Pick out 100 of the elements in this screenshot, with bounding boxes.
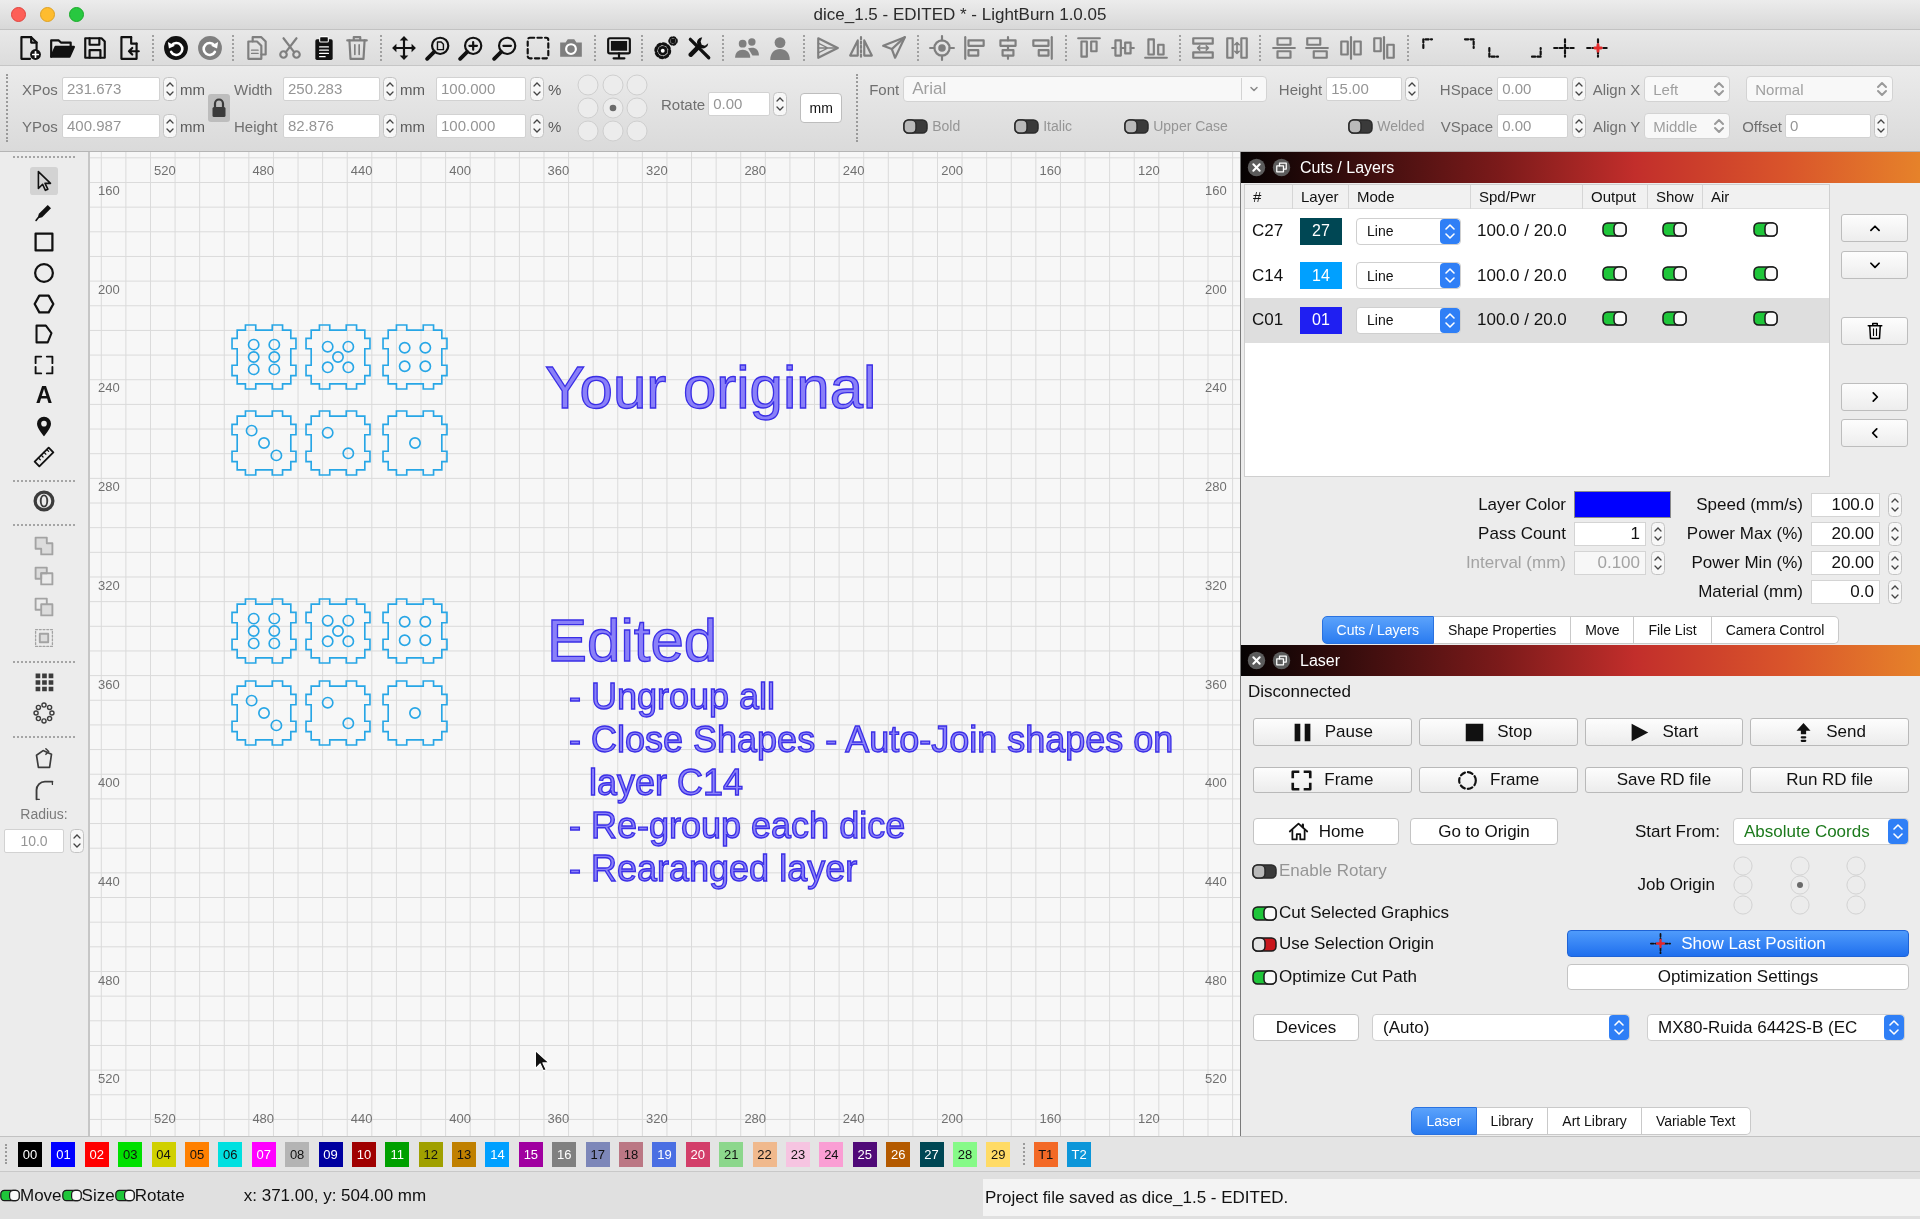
frame-button[interactable]: Frame: [1253, 767, 1412, 793]
toggle-switch[interactable]: [1602, 266, 1627, 282]
circle-frame-button[interactable]: Frame: [1418, 767, 1578, 793]
anchor-radio[interactable]: [601, 120, 624, 142]
layer-swatch[interactable]: 25: [852, 1141, 877, 1167]
panel-tab[interactable]: Library: [1476, 1107, 1549, 1135]
delete-layer-button[interactable]: [1841, 317, 1908, 345]
close-icon[interactable]: [1247, 651, 1266, 670]
stop-button[interactable]: Stop: [1418, 718, 1578, 746]
toggle-switch[interactable]: [1252, 969, 1277, 985]
stepper-icon[interactable]: [383, 77, 397, 101]
layer-swatch[interactable]: 16: [552, 1141, 577, 1167]
toggle-switch[interactable]: [1662, 221, 1687, 237]
mode-dropdown[interactable]: Line: [1356, 217, 1461, 245]
layer-row[interactable]: C01 01 Line 100.0 / 20.0: [1245, 298, 1829, 343]
stepper-icon[interactable]: [1888, 492, 1902, 517]
panel-tab[interactable]: File List: [1634, 616, 1712, 644]
layer-row[interactable]: C14 14 Line 100.0 / 20.0: [1245, 253, 1829, 298]
layer-swatch[interactable]: 05: [184, 1141, 209, 1167]
show-last-position-button[interactable]: Show Last Position: [1567, 930, 1909, 957]
panel-tab[interactable]: Variable Text: [1641, 1107, 1751, 1135]
panel-tab[interactable]: Move: [1571, 616, 1635, 644]
anchor-radio[interactable]: [577, 97, 599, 119]
padlock-icon[interactable]: [208, 94, 230, 122]
pass-count-field[interactable]: 1: [1574, 521, 1646, 546]
anchor-radio[interactable]: [601, 97, 624, 119]
layer-row[interactable]: C27 27 Line 100.0 / 20.0: [1245, 209, 1829, 254]
monitor-icon[interactable]: [605, 34, 632, 61]
toggle-switch[interactable]: [0, 1189, 20, 1202]
toggle-switch[interactable]: [1753, 266, 1778, 282]
speed-field[interactable]: 100.0: [1811, 492, 1880, 517]
toggle-switch[interactable]: [1753, 221, 1778, 237]
toggle-switch[interactable]: [1602, 221, 1627, 237]
stepper-icon[interactable]: [70, 829, 84, 854]
toggle-switch[interactable]: [1662, 266, 1687, 282]
tool-layer-swatch[interactable]: T1: [1033, 1141, 1058, 1167]
layer-swatch[interactable]: 21: [719, 1141, 744, 1167]
anchor-radio[interactable]: [626, 120, 648, 142]
layer-swatch[interactable]: 03: [118, 1141, 143, 1167]
toggle-switch[interactable]: [61, 1189, 82, 1202]
layer-swatch[interactable]: 20: [685, 1141, 710, 1167]
stepper-icon[interactable]: [1873, 114, 1888, 138]
stepper-icon[interactable]: [1888, 579, 1902, 604]
layer-swatch[interactable]: 28: [952, 1141, 977, 1167]
layer-swatch[interactable]: 13: [452, 1141, 477, 1167]
start-from-dropdown[interactable]: Absolute Coords: [1733, 818, 1909, 845]
mode-dropdown[interactable]: Line: [1356, 262, 1461, 290]
pause-button[interactable]: Pause: [1253, 718, 1412, 746]
toggle-switch[interactable]: [1252, 936, 1277, 952]
undo-icon[interactable]: [163, 34, 190, 61]
stepper-icon[interactable]: [1651, 521, 1665, 546]
save-rd-file-button[interactable]: Save RD file: [1584, 767, 1744, 793]
window-close-icon[interactable]: [11, 7, 26, 22]
layer-swatch[interactable]: 19: [652, 1141, 677, 1167]
anchor-radio[interactable]: [577, 74, 599, 96]
start-button[interactable]: Start: [1584, 718, 1744, 746]
unit-toggle-button[interactable]: mm: [800, 93, 843, 123]
save-icon[interactable]: [82, 34, 109, 61]
stepper-icon[interactable]: [163, 114, 177, 138]
panel-tab[interactable]: Camera Control: [1711, 616, 1840, 644]
stepper-icon[interactable]: [383, 114, 397, 138]
layer-swatch[interactable]: 15: [518, 1141, 543, 1167]
dashed-frame-icon[interactable]: [524, 34, 551, 61]
anchor-radio[interactable]: [577, 120, 599, 142]
gears-icon[interactable]: [653, 34, 680, 61]
job-origin-radio[interactable]: [1789, 875, 1810, 896]
float-window-icon[interactable]: [1272, 651, 1291, 670]
mode-dropdown[interactable]: Line: [1356, 306, 1461, 334]
anchor-radio[interactable]: [626, 74, 648, 96]
layer-swatch[interactable]: 18: [619, 1141, 644, 1167]
move-arrows-icon[interactable]: [391, 34, 418, 61]
anchor-radio[interactable]: [601, 74, 624, 96]
home-button[interactable]: Home: [1253, 818, 1399, 845]
layer-swatch[interactable]: 00: [18, 1141, 42, 1167]
layer-swatch[interactable]: 04: [151, 1141, 176, 1167]
layer-swatch[interactable]: 01: [51, 1141, 76, 1167]
layer-swatch[interactable]: 02: [84, 1141, 109, 1167]
layer-swatch[interactable]: 24: [819, 1141, 844, 1167]
toggle-switch[interactable]: [1602, 310, 1627, 326]
layer-swatch[interactable]: 10: [351, 1141, 376, 1167]
layer-swatch[interactable]: 22: [752, 1141, 777, 1167]
stepper-icon[interactable]: [1572, 77, 1587, 101]
stepper-icon[interactable]: [1888, 521, 1902, 546]
device-dropdown[interactable]: MX80-Ruida 6442S-B (EC: [1647, 1014, 1905, 1041]
layer-color-swatch[interactable]: [1574, 491, 1671, 518]
toggle-switch[interactable]: [1753, 310, 1778, 326]
anchor-radio[interactable]: [626, 97, 648, 119]
power-max-field[interactable]: 20.00: [1811, 521, 1880, 546]
tools-icon[interactable]: [686, 34, 713, 61]
stepper-icon[interactable]: [1888, 550, 1902, 575]
layer-swatch[interactable]: 17: [585, 1141, 610, 1167]
panel-tab[interactable]: Art Library: [1548, 1107, 1642, 1135]
layer-swatch[interactable]: 29: [986, 1141, 1011, 1167]
zoom-page-icon[interactable]: [424, 34, 451, 61]
close-icon[interactable]: [1247, 158, 1266, 177]
stepper-icon[interactable]: [1405, 77, 1420, 101]
layer-swatch[interactable]: 12: [418, 1141, 443, 1167]
layer-swatch[interactable]: 08: [285, 1141, 310, 1167]
go-to-origin-button[interactable]: Go to Origin: [1410, 818, 1558, 845]
stepper-icon[interactable]: [163, 77, 177, 101]
